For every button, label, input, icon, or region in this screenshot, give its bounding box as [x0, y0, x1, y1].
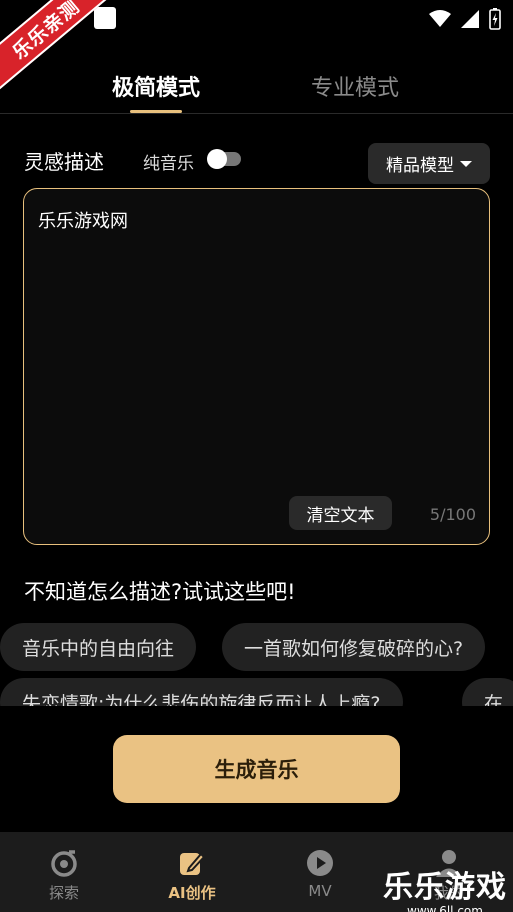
site-watermark: 乐乐游戏 www.6ll.com	[383, 862, 507, 912]
textarea-value: 乐乐游戏网	[38, 211, 128, 232]
ai-create-icon	[180, 852, 206, 875]
suggestion-hint: 不知道怎么描述?试试这些吧!	[24, 580, 296, 604]
mode-tabs: 极简模式 专业模式	[0, 70, 513, 114]
watermark-brand: 乐乐游戏	[383, 870, 507, 905]
active-tab-indicator	[130, 110, 182, 113]
tab-simple[interactable]: 极简模式	[112, 70, 200, 102]
nav-item-ai-create[interactable]: AI创作	[152, 832, 232, 912]
nav-label-mv: MV	[308, 882, 332, 900]
description-textarea[interactable]: 乐乐游戏网 清空文本 5/100	[23, 188, 490, 545]
char-counter: 5/100	[429, 505, 476, 524]
suggestion-chip[interactable]: 在	[462, 678, 513, 706]
battery-icon	[489, 8, 501, 30]
play-icon	[307, 850, 333, 876]
pure-music-toggle[interactable]	[207, 149, 241, 169]
notification-icon	[94, 7, 116, 29]
nav-label-explore: 探索	[48, 884, 79, 902]
explore-icon	[51, 850, 77, 877]
inspiration-label: 灵感描述	[24, 150, 104, 174]
caret-down-icon	[460, 160, 472, 167]
nav-item-explore[interactable]: 探索	[24, 832, 104, 912]
toggle-knob	[207, 149, 227, 169]
suggestion-chip[interactable]: 一首歌如何修复破碎的心?	[222, 623, 486, 671]
nav-label-ai-create: AI创作	[168, 884, 216, 902]
wifi-icon	[429, 10, 451, 27]
suggestion-list: 音乐中的自由向往 一首歌如何修复破碎的心? 失恋情歌:为什么悲伤的旋律反而让人上…	[0, 620, 513, 706]
suggestion-chip[interactable]: 音乐中的自由向往	[0, 623, 197, 671]
signal-icon	[461, 10, 479, 28]
model-select[interactable]: 精品模型	[368, 143, 490, 184]
tab-professional[interactable]: 专业模式	[311, 70, 399, 102]
pure-music-label: 纯音乐	[143, 154, 194, 174]
model-select-label: 精品模型	[386, 156, 454, 176]
clear-text-button[interactable]: 清空文本	[289, 496, 392, 530]
nav-item-mv[interactable]: MV	[280, 832, 360, 912]
generate-music-button[interactable]: 生成音乐	[113, 735, 400, 803]
suggestion-chip[interactable]: 失恋情歌:为什么悲伤的旋律反而让人上瘾?	[0, 678, 403, 706]
